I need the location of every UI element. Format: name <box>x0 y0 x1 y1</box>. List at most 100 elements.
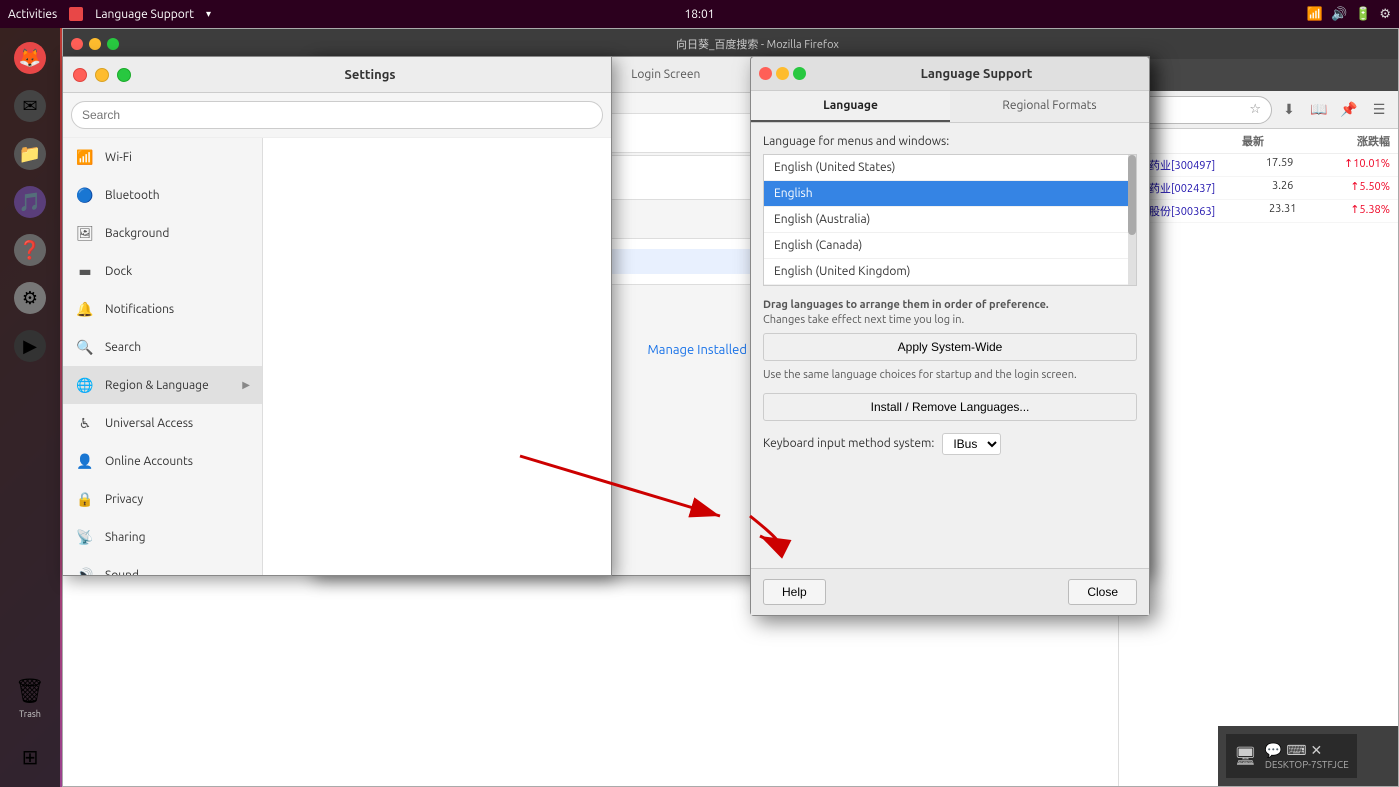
stock-table-header: 名称最新涨跌幅 <box>1119 129 1398 154</box>
stock-row-2[interactable]: 营卫药业[002437] 3.26 ↑5.50% <box>1119 177 1398 200</box>
lang-support-dialog: Language Support Language Regional Forma… <box>750 56 1150 616</box>
lang-support-footer: Help Close <box>751 568 1149 615</box>
browser-titlebar: 向日葵_百度搜索 - Mozilla Firefox <box>63 29 1398 59</box>
taskbar: 🦊 ✉ 📁 🎵 ❓ ⚙ ▶ 🗑 Trash ⊞ <box>0 28 60 787</box>
top-bar: Activities Language Support ▾ 18:01 📶 🔊 … <box>0 0 1399 28</box>
settings-bluetooth-label: Bluetooth <box>105 189 160 202</box>
settings-max-btn[interactable] <box>117 68 131 82</box>
notifications-icon: 🔔 <box>75 299 95 319</box>
universal-icon: ♿ <box>75 413 95 433</box>
remote-desktop-icon: 🖥 <box>1234 746 1257 767</box>
sound-icon: 🔊 <box>75 565 95 575</box>
ls-tab-regional[interactable]: Regional Formats <box>950 91 1149 122</box>
lang-item-en-au[interactable]: English (Australia) <box>764 207 1128 233</box>
settings-item-bluetooth[interactable]: 🔵 Bluetooth <box>63 176 262 214</box>
apply-system-wide-btn[interactable]: Apply System-Wide <box>763 333 1137 361</box>
browser-close-btn[interactable] <box>71 38 83 50</box>
app-indicator-icon <box>69 7 83 21</box>
taskbar-item-email[interactable]: ✉ <box>8 84 52 128</box>
settings-item-sound[interactable]: 🔊 Sound <box>63 556 262 575</box>
browser-min-btn[interactable] <box>89 38 101 50</box>
ls-apply-note: Use the same language choices for startu… <box>763 369 1137 381</box>
settings-min-btn[interactable] <box>95 68 109 82</box>
lang-support-tabs: Language Regional Formats <box>751 91 1149 123</box>
ls-max-btn[interactable] <box>793 67 806 80</box>
close-remote-icon[interactable]: ✕ <box>1311 742 1323 759</box>
region-tab-login[interactable]: Login Screen <box>611 57 720 93</box>
bookmark-star-icon[interactable]: ☆ <box>1249 102 1261 117</box>
stock-row-3[interactable]: 博象股份[300363] 23.31 ↑5.38% <box>1119 200 1398 223</box>
settings-item-universal[interactable]: ♿ Universal Access <box>63 404 262 442</box>
top-bar-center: 18:01 <box>684 8 714 21</box>
taskbar-item-help[interactable]: ❓ <box>8 228 52 272</box>
desktop-name-label: DESKTOP-7STFJCE <box>1265 759 1349 770</box>
settings-titlebar: Settings <box>63 57 611 93</box>
settings-item-sharing[interactable]: 📡 Sharing <box>63 518 262 556</box>
ls-drag-note-regular: Changes take effect next time you log in… <box>763 314 964 326</box>
settings-item-dock[interactable]: ▬ Dock <box>63 252 262 290</box>
settings-item-online[interactable]: 👤 Online Accounts <box>63 442 262 480</box>
browser-max-btn[interactable] <box>107 38 119 50</box>
lang-item-en[interactable]: English <box>764 181 1128 207</box>
ls-min-btn[interactable] <box>776 67 789 80</box>
tray-network-icon[interactable]: 📶 <box>1307 7 1323 22</box>
settings-title: Settings <box>139 68 601 82</box>
tray-sound-icon[interactable]: 🔊 <box>1331 7 1347 22</box>
taskbar-item-settings[interactable]: ⚙ <box>8 276 52 320</box>
ls-close-btn[interactable] <box>759 67 772 80</box>
settings-item-region[interactable]: 🌐 Region & Language ▶ <box>63 366 262 404</box>
desktop-panel: 🖥 💬 ⌨ ✕ DESKTOP-7STFJCE <box>1218 726 1398 786</box>
activities-label[interactable]: Activities <box>8 8 57 21</box>
pocket-icon[interactable]: 📌 <box>1336 97 1362 123</box>
ls-drag-note: Drag languages to arrange them in order … <box>763 298 1137 329</box>
trash-icon[interactable]: 🗑 Trash <box>8 675 52 719</box>
settings-close-btn[interactable] <box>73 68 87 82</box>
taskbar-item-files[interactable]: 📁 <box>8 132 52 176</box>
stock-price-2: 3.26 <box>1272 180 1293 196</box>
ls-drag-note-bold: Drag languages to arrange them in order … <box>763 299 1049 311</box>
tray-power-icon[interactable]: 🔋 <box>1355 7 1371 22</box>
settings-item-background[interactable]: 🖼 Background <box>63 214 262 252</box>
more-menu-icon[interactable]: ☰ <box>1366 97 1392 123</box>
clock: 18:01 <box>684 8 714 21</box>
dropdown-arrow[interactable]: ▾ <box>206 8 211 20</box>
stock-price-3: 23.31 <box>1269 203 1297 219</box>
settings-panel: Settings 📶 Wi-Fi 🔵 Bluetooth 🖼 Backgroun… <box>62 56 612 576</box>
top-bar-right: 📶 🔊 🔋 ⚙ <box>1307 7 1391 22</box>
lang-item-en-ca[interactable]: English (Canada) <box>764 233 1128 259</box>
lang-support-title: Language Support <box>812 67 1141 81</box>
download-icon[interactable]: ⬇ <box>1276 97 1302 123</box>
stock-row-1[interactable]: 富祥药业[300497] 17.59 ↑10.01% <box>1119 154 1398 177</box>
stock-change-1: ↑10.01% <box>1344 157 1390 173</box>
reading-mode-icon[interactable]: 📖 <box>1306 97 1332 123</box>
ls-tab-language[interactable]: Language <box>751 91 950 122</box>
ls-close-footer-btn[interactable]: Close <box>1068 579 1137 605</box>
settings-search-input[interactable] <box>71 101 603 129</box>
ls-help-btn[interactable]: Help <box>763 579 826 605</box>
install-remove-btn[interactable]: Install / Remove Languages... <box>763 393 1137 421</box>
remote-desktop-icons-row: 💬 ⌨ ✕ <box>1265 742 1349 759</box>
taskbar-item-music[interactable]: 🎵 <box>8 180 52 224</box>
settings-dock-label: Dock <box>105 265 132 278</box>
app-grid-btn[interactable]: ⊞ <box>8 735 52 779</box>
settings-item-search[interactable]: 🔍 Search <box>63 328 262 366</box>
top-bar-left: Activities Language Support ▾ <box>8 7 211 21</box>
ls-keyboard-select[interactable]: IBus <box>942 433 1001 455</box>
app-name-label: Language Support <box>95 8 194 21</box>
settings-item-notifications[interactable]: 🔔 Notifications <box>63 290 262 328</box>
settings-item-privacy[interactable]: 🔒 Privacy <box>63 480 262 518</box>
lang-item-en-us[interactable]: English (United States) <box>764 155 1128 181</box>
ls-keyboard-label: Keyboard input method system: <box>763 437 934 450</box>
lang-list: English (United States) English English … <box>763 154 1137 286</box>
settings-sidebar: 📶 Wi-Fi 🔵 Bluetooth 🖼 Background ▬ Dock … <box>63 138 263 575</box>
taskbar-item-firefox[interactable]: 🦊 <box>8 36 52 80</box>
taskbar-item-terminal[interactable]: ▶ <box>8 324 52 368</box>
background-icon: 🖼 <box>75 223 95 243</box>
tray-settings-icon[interactable]: ⚙ <box>1379 7 1391 22</box>
settings-item-wifi[interactable]: 📶 Wi-Fi <box>63 138 262 176</box>
lang-item-en-uk[interactable]: English (United Kingdom) <box>764 259 1128 285</box>
region-icon: 🌐 <box>75 375 95 395</box>
settings-notifications-label: Notifications <box>105 303 174 316</box>
ls-keyboard-row: Keyboard input method system: IBus <box>763 433 1137 455</box>
settings-search-label: Search <box>105 341 141 354</box>
